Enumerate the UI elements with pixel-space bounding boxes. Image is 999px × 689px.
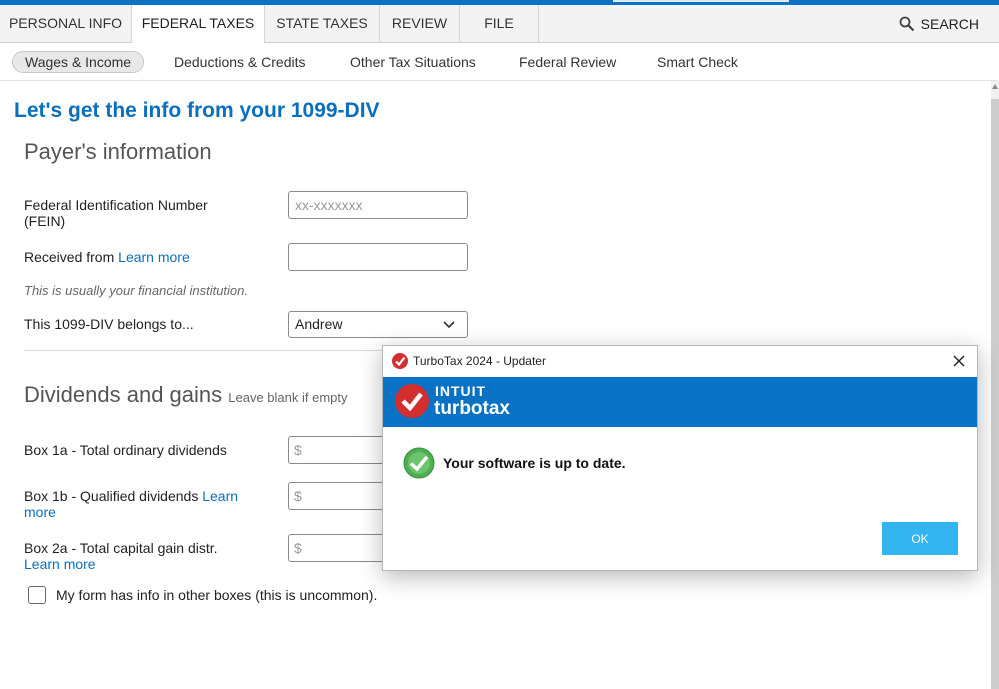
other-boxes-checkbox[interactable] bbox=[28, 586, 46, 604]
belongs-to-value: Andrew bbox=[295, 316, 343, 332]
box1b-more-link[interactable]: more bbox=[24, 504, 238, 520]
box1b-label: Box 1b - Qualified dividends Learn more bbox=[24, 488, 238, 520]
turbotax-logo-icon bbox=[395, 384, 429, 418]
box1b-label-text: Box 1b - Qualified dividends bbox=[24, 488, 199, 504]
subnav-other-tax-situations[interactable]: Other Tax Situations bbox=[350, 51, 476, 73]
payer-info-heading: Payer's information bbox=[24, 139, 212, 164]
dialog-title-bar[interactable]: TurboTax 2024 - Updater bbox=[383, 346, 977, 376]
dividends-heading-note: Leave blank if empty bbox=[228, 390, 348, 405]
close-icon[interactable] bbox=[949, 351, 969, 371]
dividends-heading-text: Dividends and gains bbox=[24, 382, 223, 407]
dialog-title: TurboTax 2024 - Updater bbox=[413, 354, 546, 368]
fein-label-line1: Federal Identification Number bbox=[24, 197, 208, 213]
brand-intuit: INTUIT bbox=[435, 383, 487, 399]
brand-turbotax: turbotax bbox=[434, 398, 510, 419]
status-message: Your software is up to date. bbox=[403, 447, 626, 479]
scrollbar-thumb[interactable] bbox=[991, 99, 999, 689]
subnav-wages-income[interactable]: Wages & Income bbox=[12, 51, 145, 73]
search-button[interactable]: SEARCH bbox=[899, 5, 979, 43]
turbotax-banner: INTUIT turbotax bbox=[383, 377, 977, 427]
main-tab-bar: PERSONAL INFO FEDERAL TAXES STATE TAXES … bbox=[0, 5, 999, 44]
belongs-to-label: This 1099-DIV belongs to... bbox=[24, 316, 194, 332]
box2a-label-text: Box 2a - Total capital gain distr. bbox=[24, 540, 218, 556]
box1b-input[interactable]: $ bbox=[288, 482, 388, 510]
other-boxes-label: My form has info in other boxes (this is… bbox=[56, 587, 378, 603]
page-title: Let's get the info from your 1099-DIV bbox=[14, 99, 380, 122]
ok-button[interactable]: OK bbox=[882, 522, 958, 555]
updater-dialog: TurboTax 2024 - Updater INTUIT turbotax … bbox=[382, 345, 978, 571]
success-check-icon bbox=[403, 447, 435, 479]
tab-review[interactable]: REVIEW bbox=[380, 5, 460, 43]
scroll-up-arrow-icon[interactable] bbox=[992, 84, 998, 89]
fein-label: Federal Identification Number (FEIN) bbox=[24, 197, 208, 229]
tab-file[interactable]: FILE bbox=[460, 5, 539, 43]
sub-navigation: Wages & Income Deductions & Credits Othe… bbox=[0, 43, 999, 81]
box1b-learn-link[interactable]: Learn bbox=[202, 488, 238, 504]
received-from-text: Received from bbox=[24, 249, 115, 265]
search-icon bbox=[899, 16, 914, 32]
received-from-hint: This is usually your financial instituti… bbox=[24, 283, 248, 298]
top-accent-highlight bbox=[613, 0, 789, 2]
page-scrollbar[interactable] bbox=[991, 81, 999, 689]
subnav-smart-check[interactable]: Smart Check bbox=[657, 51, 738, 73]
fein-label-line2: (FEIN) bbox=[24, 213, 66, 229]
box2a-learn-more-link[interactable]: Learn more bbox=[24, 556, 218, 572]
belongs-to-select[interactable]: Andrew bbox=[288, 311, 468, 338]
status-message-text: Your software is up to date. bbox=[443, 455, 626, 471]
turbotax-check-icon bbox=[392, 353, 408, 369]
subnav-deductions-credits[interactable]: Deductions & Credits bbox=[174, 51, 306, 73]
section-divider bbox=[24, 350, 404, 351]
box2a-label: Box 2a - Total capital gain distr. Learn… bbox=[24, 540, 218, 572]
search-label: SEARCH bbox=[920, 16, 979, 32]
subnav-federal-review[interactable]: Federal Review bbox=[519, 51, 616, 73]
tab-federal-taxes[interactable]: FEDERAL TAXES bbox=[132, 5, 265, 44]
received-from-input[interactable] bbox=[288, 243, 468, 271]
dividends-heading: Dividends and gains Leave blank if empty bbox=[24, 382, 348, 408]
chevron-down-icon bbox=[443, 321, 455, 329]
tab-state-taxes[interactable]: STATE TAXES bbox=[265, 5, 380, 43]
fein-input[interactable] bbox=[288, 191, 468, 219]
received-from-learn-more-link[interactable]: Learn more bbox=[118, 249, 190, 265]
box1a-label: Box 1a - Total ordinary dividends bbox=[24, 442, 227, 458]
received-from-label: Received from Learn more bbox=[24, 249, 190, 265]
box1a-input[interactable]: $ bbox=[288, 436, 388, 464]
tab-personal-info[interactable]: PERSONAL INFO bbox=[0, 5, 132, 43]
box2a-input[interactable]: $ bbox=[288, 534, 388, 562]
